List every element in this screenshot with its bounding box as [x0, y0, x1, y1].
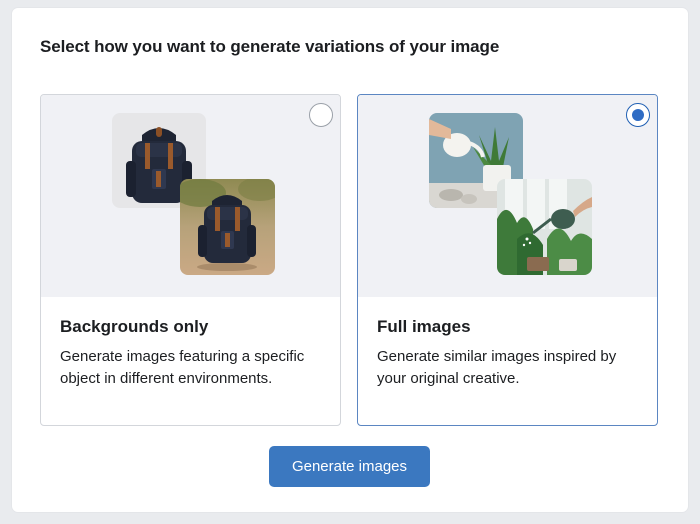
radio-full-images[interactable] — [626, 103, 650, 127]
option-description: Generate images featuring a specific obj… — [60, 348, 305, 387]
backpack-new-background-image — [180, 179, 275, 275]
option-card-backgrounds-only[interactable]: Backgrounds only Generate images featuri… — [40, 94, 341, 426]
option-description: Generate similar images inspired by your… — [377, 348, 617, 387]
radio-backgrounds-only[interactable] — [309, 103, 333, 127]
option-preview-full — [358, 95, 657, 297]
option-title: Full images — [377, 317, 471, 336]
variation-dialog: Select how you want to generate variatio… — [12, 8, 688, 512]
option-card-full-images[interactable]: Full images Generate similar images insp… — [357, 94, 658, 426]
option-title: Backgrounds only — [60, 317, 209, 336]
plant-generated-image — [497, 179, 592, 275]
option-preview-backgrounds — [41, 95, 340, 297]
generate-images-button[interactable]: Generate images — [269, 446, 430, 487]
dialog-heading: Select how you want to generate variatio… — [40, 37, 500, 56]
